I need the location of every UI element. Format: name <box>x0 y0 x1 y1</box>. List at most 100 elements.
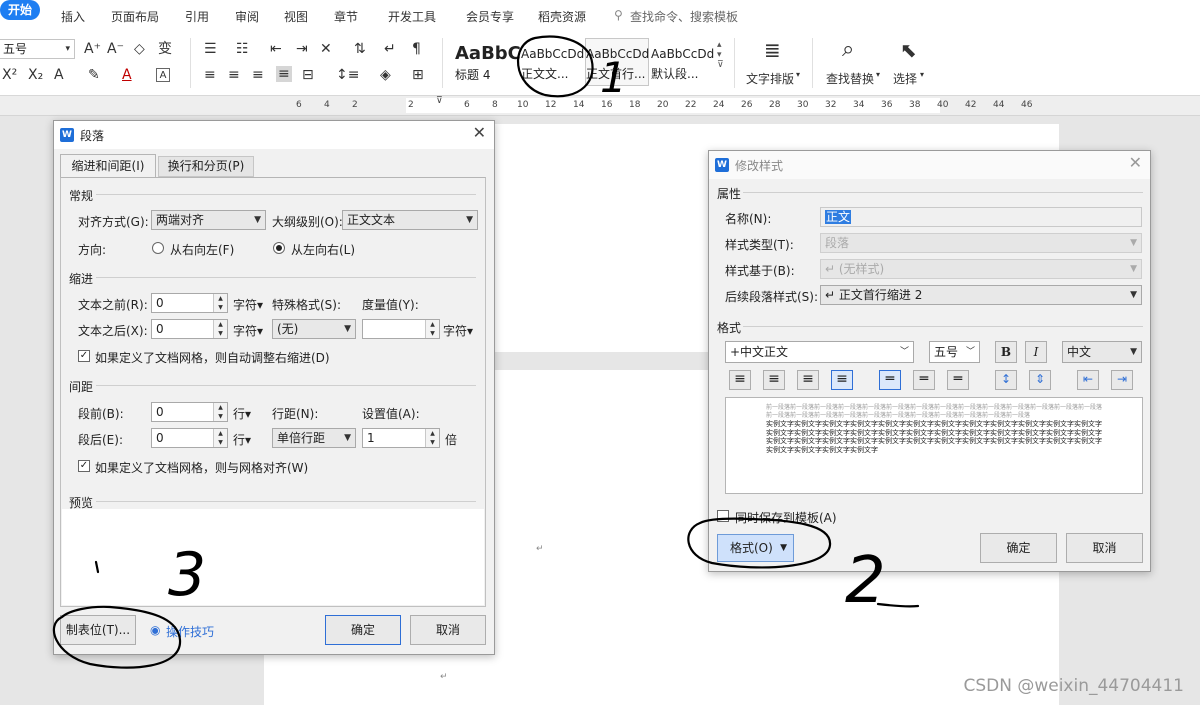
tab-docer[interactable]: 稻壳资源 <box>538 8 586 25</box>
tab-chapter[interactable]: 章节 <box>334 8 358 25</box>
align-justify-icon[interactable]: ≡ <box>831 370 853 390</box>
command-search[interactable]: 查找命令、搜索模板 <box>630 8 738 25</box>
increase-spacing-icon[interactable]: ↕ <box>995 370 1017 390</box>
outline-level-select[interactable]: 正文文本 ▼ <box>342 210 478 230</box>
spinner-icon[interactable]: ▲ ▼ <box>213 403 227 421</box>
ok-button[interactable]: 确定 <box>980 533 1057 563</box>
tab-developer[interactable]: 开发工具 <box>388 8 436 25</box>
space-before-input[interactable]: 0 ▲ ▼ <box>151 402 228 422</box>
single-spacing-icon[interactable]: ═ <box>879 370 901 390</box>
align-center-icon[interactable]: ≡ <box>228 68 240 82</box>
indent-marker-icon[interactable]: ⊽ <box>436 96 443 106</box>
alignment-select[interactable]: 两端对齐 ▼ <box>151 210 266 230</box>
bold-button[interactable]: B <box>995 341 1017 363</box>
unit-select[interactable]: 字符▾ <box>233 296 263 313</box>
auto-indent-checkbox[interactable]: ✓ <box>78 350 90 362</box>
tab-indent-spacing[interactable]: 缩进和间距(I) <box>60 154 156 178</box>
tab-page-layout[interactable]: 页面布局 <box>111 8 159 25</box>
find-icon[interactable]: ⌕ <box>842 39 854 61</box>
highlight-icon[interactable]: ✎ <box>88 68 100 82</box>
shading-icon[interactable]: ◈ <box>380 68 391 82</box>
close-icon[interactable]: ✕ <box>473 125 486 141</box>
set-value-input[interactable]: 1 ▲ ▼ <box>362 428 440 448</box>
line-spacing-select[interactable]: 单倍行距 ▼ <box>272 428 356 448</box>
text-layout-icon[interactable]: ≣ <box>764 40 781 60</box>
spinner-icon[interactable]: ▲ ▼ <box>425 429 439 447</box>
tips-link[interactable]: 操作技巧 <box>166 623 214 640</box>
size-select[interactable]: 五号 ﹀ <box>929 341 980 363</box>
tab-review[interactable]: 审阅 <box>235 8 259 25</box>
ruler[interactable]: 6 4 2 2 ⊽ 6 8 10 12 14 16 18 20 22 24 26… <box>0 96 1200 116</box>
pinyin-icon[interactable]: 变 <box>158 42 172 56</box>
tabs-button[interactable]: 制表位(T)... <box>60 615 136 645</box>
save-template-checkbox[interactable] <box>717 510 729 522</box>
save-template-label[interactable]: 同时保存到模板(A) <box>735 509 837 526</box>
next-style-select[interactable]: ↵ 正文首行缩进 2 ▼ <box>820 285 1142 305</box>
unit-select[interactable]: 字符▾ <box>233 322 263 339</box>
tab-line-page-breaks[interactable]: 换行和分页(P) <box>158 156 254 177</box>
font-select[interactable]: +中文正文 ﹀ <box>725 341 914 363</box>
measure-unit-select[interactable]: 字符▾ <box>443 322 473 339</box>
align-left-icon[interactable]: ≡ <box>729 370 751 390</box>
increase-indent-icon[interactable]: ⇥ <box>1111 370 1133 390</box>
grow-font-icon[interactable]: A⁺ <box>84 42 101 56</box>
tab-insert[interactable]: 插入 <box>61 8 85 25</box>
decrease-indent-icon[interactable]: ⇤ <box>1077 370 1099 390</box>
find-replace-button[interactable]: 查找替换 <box>826 70 874 87</box>
text-effect-icon[interactable]: A <box>54 68 64 82</box>
style-name-input[interactable]: 正文 <box>820 207 1142 227</box>
bullet-list-icon[interactable]: ☰ <box>204 42 217 56</box>
align-justify-icon[interactable]: ≡ <box>276 66 292 82</box>
decrease-indent-icon[interactable]: ⇤ <box>270 42 282 56</box>
indent-after-input[interactable]: 0 ▲ ▼ <box>151 319 228 339</box>
spinner-icon[interactable]: ▲ ▼ <box>425 320 439 338</box>
increase-indent-icon[interactable]: ⇥ <box>296 42 308 56</box>
paragraph-mark-icon[interactable]: ¶ <box>412 42 421 56</box>
spinner-icon[interactable]: ▲ ▼ <box>213 320 227 338</box>
spinner-icon[interactable]: ▲ ▼ <box>213 429 227 447</box>
rtl-radio[interactable] <box>152 242 164 254</box>
language-select[interactable]: 中文 ▼ <box>1062 341 1142 363</box>
search-icon[interactable]: ⚲ <box>614 8 623 22</box>
dialog-titlebar[interactable]: W 段落 ✕ <box>54 121 494 149</box>
space-after-input[interactable]: 0 ▲ ▼ <box>151 428 228 448</box>
format-dropdown-button[interactable]: 格式(O) ▼ <box>717 534 794 562</box>
shrink-font-icon[interactable]: A⁻ <box>107 42 124 56</box>
borders-icon[interactable]: ⊞ <box>412 68 424 82</box>
tab-view[interactable]: 视图 <box>284 8 308 25</box>
line-spacing-icon[interactable]: ↕≡ <box>336 68 359 82</box>
tab-start[interactable]: 开始 <box>0 0 40 20</box>
style-default-paragraph[interactable]: AaBbCcDd 默认段... <box>650 38 714 86</box>
ltr-label[interactable]: 从左向右(L) <box>291 241 355 258</box>
close-icon[interactable]: ✕ <box>1129 155 1142 171</box>
align-right-icon[interactable]: ≡ <box>252 68 264 82</box>
style-heading4[interactable]: AaBbC 标题 4 <box>454 38 521 86</box>
style-body-first-indent[interactable]: AaBbCcDd 正文首行... <box>585 38 649 86</box>
dialog-titlebar[interactable]: W 修改样式 ✕ <box>709 151 1150 179</box>
align-left-icon[interactable]: ≡ <box>204 68 216 82</box>
superscript-icon[interactable]: X² <box>2 68 17 82</box>
tab-references[interactable]: 引用 <box>185 8 209 25</box>
spinner-icon[interactable]: ▲ ▼ <box>213 294 227 312</box>
numbered-list-icon[interactable]: ☷ <box>236 42 249 56</box>
cancel-button[interactable]: 取消 <box>1066 533 1143 563</box>
cursor-icon[interactable]: ⬉ <box>900 40 917 60</box>
cancel-button[interactable]: 取消 <box>410 615 486 645</box>
special-format-select[interactable]: (无) ▼ <box>272 319 356 339</box>
font-color-icon[interactable]: A <box>122 68 132 82</box>
tab-member[interactable]: 会员专享 <box>466 8 514 25</box>
char-border-icon[interactable]: A <box>156 68 170 82</box>
tips-icon[interactable]: ◉ <box>150 623 160 637</box>
unit-select[interactable]: 行▾ <box>233 431 251 448</box>
align-right-icon[interactable]: ≡ <box>797 370 819 390</box>
subscript-icon[interactable]: X₂ <box>28 68 43 82</box>
font-size-select[interactable]: 五号 ▾ <box>0 39 75 59</box>
auto-indent-label[interactable]: 如果定义了文档网格，则自动调整右缩进(D) <box>95 349 330 366</box>
double-spacing-icon[interactable]: ═ <box>947 370 969 390</box>
indent-before-input[interactable]: 0 ▲ ▼ <box>151 293 228 313</box>
show-marks-icon[interactable]: ↵ <box>384 42 396 56</box>
unit-select[interactable]: 行▾ <box>233 405 251 422</box>
ok-button[interactable]: 确定 <box>325 615 401 645</box>
clear-format-icon[interactable]: ◇ <box>134 42 145 56</box>
decrease-spacing-icon[interactable]: ⇕ <box>1029 370 1051 390</box>
